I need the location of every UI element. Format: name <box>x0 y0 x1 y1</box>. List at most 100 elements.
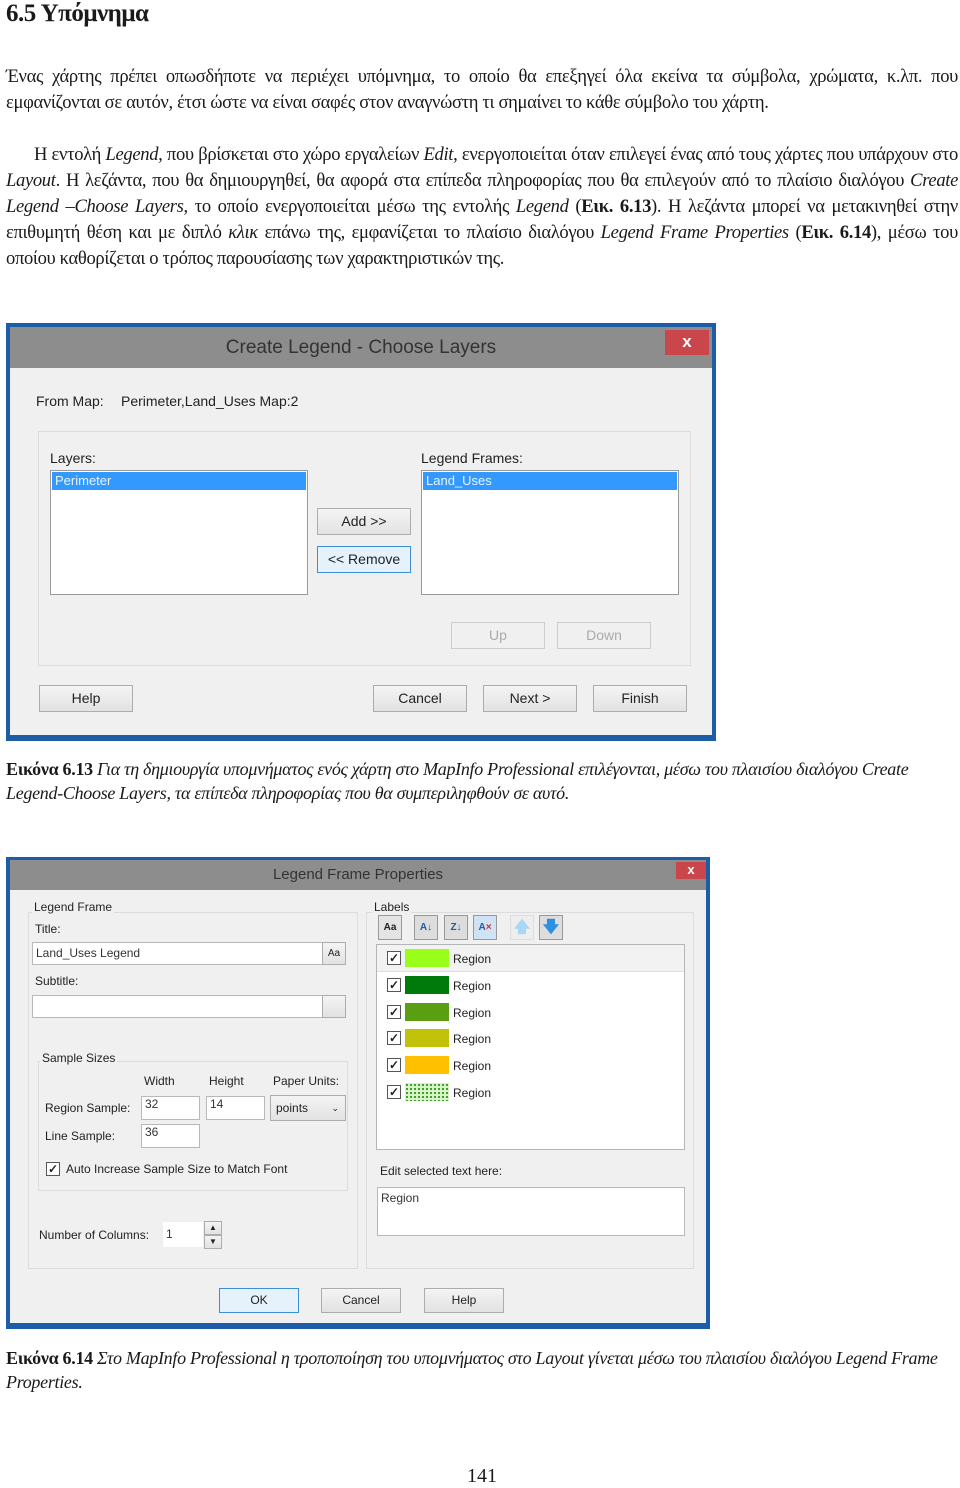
title-input[interactable]: Land_Uses Legend <box>32 942 324 965</box>
line-width-input[interactable]: 36 <box>141 1124 200 1148</box>
spinner-up-button[interactable]: ▲ <box>204 1221 222 1235</box>
legend-frame-group-label: Legend Frame <box>32 900 115 914</box>
text-segment: Εικόνα 6.13 <box>6 759 93 779</box>
labels-font-button[interactable]: Aa <box>378 915 402 940</box>
label-row[interactable]: ✓ Region <box>377 1079 684 1106</box>
up-button[interactable]: Up <box>451 622 545 649</box>
section-heading: 6.5 Υπόμνημα <box>6 0 149 27</box>
label-checkbox[interactable]: ✓ <box>387 1031 401 1046</box>
text-segment: που βρίσκεται στο χώρο εργαλείων <box>162 144 424 165</box>
subtitle-label: Subtitle: <box>35 974 79 988</box>
title-label: Title: <box>35 922 61 936</box>
label-text: Region <box>453 1032 492 1047</box>
cancel-button[interactable]: Cancel <box>321 1288 401 1313</box>
paper-units-value: points <box>276 1101 309 1115</box>
label-row[interactable]: ✓ Region <box>377 1025 684 1052</box>
subtitle-font-button[interactable] <box>322 995 346 1018</box>
figure-caption-6-14: Εικόνα 6.14 Στο MapInfo Professional η τ… <box>6 1346 951 1394</box>
arrow-down-icon: ▼ <box>209 1237 217 1246</box>
label-checkbox[interactable]: ✓ <box>387 951 401 965</box>
sort-ascending-icon[interactable]: A↓ <box>414 915 438 940</box>
columns-input[interactable]: 1 <box>162 1221 204 1248</box>
cancel-button[interactable]: Cancel <box>373 685 467 712</box>
text-segment: Εικ. 6.14 <box>801 222 871 243</box>
ok-button[interactable]: OK <box>219 1288 299 1313</box>
layers-list[interactable]: Perimeter <box>50 470 308 595</box>
text-segment: , ενεργοποιείται όταν επιλεγεί ένας από … <box>453 144 959 165</box>
text-segment: Layout <box>6 170 56 191</box>
columns-label: Number of Columns: <box>39 1228 150 1242</box>
label-checkbox[interactable]: ✓ <box>387 1058 401 1073</box>
from-map-label: From Map: <box>36 393 104 409</box>
layer-item[interactable]: Perimeter <box>52 472 306 490</box>
label-text: Region <box>453 1005 492 1020</box>
chevron-down-icon: ⌄ <box>331 1103 339 1113</box>
height-label: Height <box>209 1074 244 1088</box>
width-label: Width <box>144 1074 175 1088</box>
text-segment: Η εντολή <box>34 144 106 165</box>
labels-group-label: Labels <box>372 900 412 914</box>
text-segment: Ένας χάρτης πρέπει οπωσδήποτε να περιέχε… <box>6 66 958 113</box>
subtitle-input[interactable] <box>32 995 324 1018</box>
label-row[interactable]: ✓ Region <box>377 972 684 999</box>
close-icon: x <box>682 332 692 351</box>
clear-sort-icon[interactable]: A× <box>473 915 497 940</box>
region-width-input[interactable]: 32 <box>141 1096 200 1120</box>
title-font-button[interactable]: Aa <box>322 942 346 965</box>
label-row[interactable]: ✓ Region <box>377 945 684 972</box>
sort-descending-icon[interactable]: Z↓ <box>444 915 468 940</box>
label-row[interactable]: ✓ Region <box>377 1052 684 1079</box>
text-segment: Για τη δημιουργία υπομνήματος ενός χάρτη… <box>6 759 909 803</box>
color-swatch <box>405 949 449 967</box>
legend-frame-properties-dialog: Legend Frame Properties x Legend Frame T… <box>6 857 710 1329</box>
from-map-value: Perimeter,Land_Uses Map:2 <box>121 393 299 409</box>
frame-item[interactable]: Land_Uses <box>423 472 677 490</box>
edit-selected-label: Edit selected text here: <box>380 1164 503 1178</box>
close-icon: x <box>687 862 695 877</box>
text-segment: Edit <box>423 144 454 165</box>
label-checkbox[interactable]: ✓ <box>387 1084 401 1099</box>
spinner-down-button[interactable]: ▼ <box>204 1235 222 1249</box>
move-down-icon[interactable]: 🡇 <box>539 915 563 940</box>
text-segment: Εικόνα 6.14 <box>6 1348 93 1368</box>
text-segment: Legend <box>515 196 569 217</box>
label-text: Region <box>453 1085 492 1100</box>
region-height-input[interactable]: 14 <box>206 1096 265 1120</box>
text-segment: ( <box>788 222 802 243</box>
help-button[interactable]: Help <box>39 685 133 712</box>
text-segment: ( <box>568 196 582 217</box>
auto-increase-label: Auto Increase Sample Size to Match Font <box>66 1162 288 1176</box>
label-checkbox[interactable]: ✓ <box>387 977 401 992</box>
text-segment: Εικ. 6.13 <box>581 196 652 217</box>
move-up-icon[interactable]: 🡅 <box>510 915 534 940</box>
paragraph-legend-command: Η εντολή Legend, που βρίσκεται στο χώρο … <box>6 142 958 272</box>
remove-button[interactable]: << Remove <box>317 546 411 573</box>
paper-units-label: Paper Units: <box>273 1074 340 1088</box>
label-text: Region <box>453 1059 492 1074</box>
text-segment: , το οποίο ενεργοποιείται μέσω της εντολ… <box>183 196 516 217</box>
text-segment: Legend Frame Properties <box>600 222 789 243</box>
label-checkbox[interactable]: ✓ <box>387 1004 401 1019</box>
next-button[interactable]: Next > <box>483 685 577 712</box>
finish-button[interactable]: Finish <box>593 685 687 712</box>
edit-selected-textarea[interactable]: Region <box>377 1187 685 1236</box>
title-bar: Create Legend - Choose Layers <box>10 327 712 368</box>
down-button[interactable]: Down <box>557 622 651 649</box>
figure-caption-6-13: Εικόνα 6.13 Για τη δημιουργία υπομνήματο… <box>6 757 951 805</box>
labels-list[interactable]: ✓ Region ✓ Region ✓ Region ✓ Region ✓ Region ✓ Regi… <box>376 944 685 1150</box>
help-button[interactable]: Help <box>424 1288 504 1313</box>
add-button[interactable]: Add >> <box>317 508 411 535</box>
arrow-up-icon: ▲ <box>209 1223 217 1232</box>
region-sample-label: Region Sample: <box>45 1101 131 1115</box>
color-swatch <box>405 975 449 994</box>
legend-frames-label: Legend Frames: <box>421 450 523 466</box>
label-row[interactable]: ✓ Region <box>377 999 684 1026</box>
color-swatch <box>405 1029 449 1048</box>
label-text: Region <box>453 952 492 966</box>
text-segment: Legend, <box>105 144 163 165</box>
legend-frames-list[interactable]: Land_Uses <box>421 470 679 595</box>
close-button[interactable]: x <box>676 862 706 879</box>
paper-units-select[interactable]: points ⌄ <box>270 1095 346 1121</box>
close-button[interactable]: x <box>665 330 709 355</box>
auto-increase-checkbox[interactable]: ✓ <box>46 1162 60 1176</box>
